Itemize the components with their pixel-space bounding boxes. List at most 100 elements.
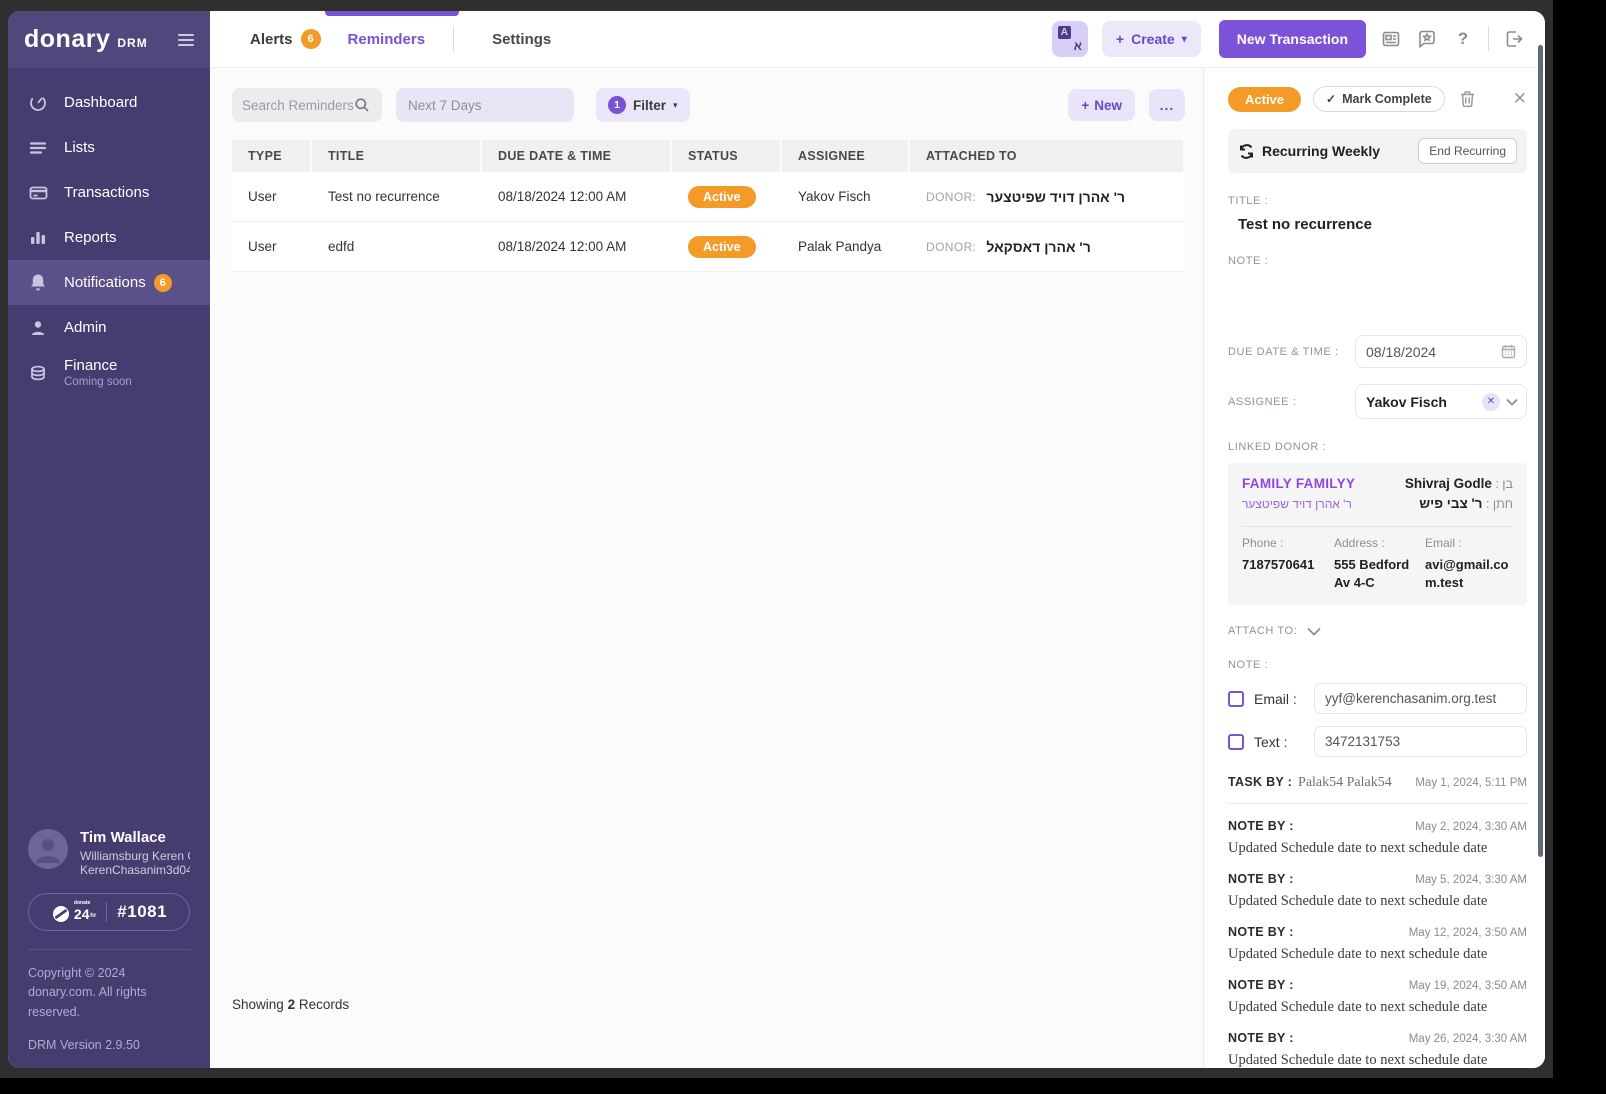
- donor-family-name[interactable]: FAMILY FAMILYY: [1242, 476, 1355, 491]
- column-header-due[interactable]: DUE DATE & TIME: [482, 140, 672, 172]
- drm-logo-suffix: DRM: [117, 36, 147, 50]
- sidebar-item-admin[interactable]: Admin: [8, 305, 210, 350]
- tab-alerts[interactable]: Alerts 6: [250, 29, 321, 49]
- cell-assignee: Yakov Fisch: [782, 179, 910, 214]
- sidebar-item-label: Notifications: [64, 274, 146, 291]
- attached-donor-name: ר' אהרן דאסקאל: [986, 239, 1090, 255]
- column-header-assignee[interactable]: ASSIGNEE: [782, 140, 910, 172]
- account-number-pill[interactable]: donate 24 hr #1081: [28, 893, 190, 931]
- email-input[interactable]: [1314, 683, 1527, 714]
- sidebar-item-label: Admin: [64, 319, 107, 336]
- linked-donor-label: LINKED DONOR :: [1228, 441, 1527, 453]
- mark-complete-button[interactable]: ✓ Mark Complete: [1313, 86, 1445, 112]
- note-history-entry: NOTE BY : May 2, 2024, 3:30 AM Updated S…: [1228, 819, 1527, 857]
- email-label: Email :: [1425, 536, 1513, 550]
- attach-to-label: ATTACH TO:: [1228, 625, 1297, 637]
- tab-bar: Alerts 6 Reminders Settings: [250, 26, 551, 52]
- reminders-list-pane: 1 Filter ▾ + New ... TYPE TITLE DUE DATE…: [210, 68, 1203, 1068]
- delete-icon[interactable]: [1459, 90, 1476, 108]
- note-by-date: May 26, 2024, 3:30 AM: [1409, 1033, 1527, 1045]
- recurring-icon: [1238, 143, 1255, 160]
- filter-button[interactable]: 1 Filter ▾: [596, 88, 690, 122]
- new-reminder-button[interactable]: + New: [1068, 89, 1135, 121]
- assignee-select[interactable]: Yakov Fisch ✕: [1355, 384, 1527, 419]
- sidebar-item-notifications[interactable]: Notifications 6: [8, 260, 210, 305]
- date-range-filter[interactable]: [396, 88, 574, 122]
- note-by-label: NOTE BY :: [1228, 1031, 1294, 1045]
- attached-donor-name: ר' אהרן דויד שפיטצער: [986, 189, 1125, 205]
- version-text: DRM Version 2.9.50: [28, 1038, 190, 1052]
- note-field-label: NOTE :: [1228, 255, 1527, 267]
- cell-status: Active: [672, 226, 782, 268]
- text-checkbox[interactable]: [1228, 734, 1244, 750]
- lists-icon: [28, 138, 48, 158]
- donate24-logo: donate 24 hr: [51, 900, 96, 924]
- address-value: 555 Bedford Av 4-C: [1334, 556, 1413, 591]
- recurring-bar: Recurring Weekly End Recurring: [1228, 129, 1527, 173]
- chevron-down-icon: ▾: [1182, 34, 1187, 45]
- note-history-entry: NOTE BY : May 5, 2024, 3:30 AM Updated S…: [1228, 872, 1527, 910]
- desktop-background: donary DRM Dashboard Lists Tra: [0, 0, 1553, 1078]
- note-by-date: May 19, 2024, 3:50 AM: [1409, 980, 1527, 992]
- calendar-icon[interactable]: [1501, 344, 1516, 359]
- email-value: avi@gmail.com.test: [1425, 556, 1513, 591]
- tab-alerts-label: Alerts: [250, 31, 293, 48]
- chevron-down-icon[interactable]: [1307, 627, 1321, 636]
- main-area: Alerts 6 Reminders Settings Aא + Create …: [210, 11, 1545, 1068]
- logout-icon[interactable]: [1503, 28, 1525, 50]
- remove-assignee-icon[interactable]: ✕: [1482, 393, 1500, 411]
- donor-relation-son: בן : Shivraj Godle: [1405, 476, 1513, 491]
- feedback-icon[interactable]: [1416, 28, 1438, 50]
- due-date-field[interactable]: [1355, 335, 1527, 368]
- phone-input[interactable]: [1314, 726, 1527, 757]
- attach-to-row[interactable]: ATTACH TO:: [1228, 625, 1527, 637]
- table-row[interactable]: User Test no recurrence 08/18/2024 12:00…: [232, 172, 1185, 222]
- search-box[interactable]: [232, 88, 382, 122]
- close-icon[interactable]: ✕: [1513, 89, 1527, 109]
- tab-settings[interactable]: Settings: [492, 31, 551, 48]
- sidebar-item-transactions[interactable]: Transactions: [8, 170, 210, 215]
- column-header-attached[interactable]: ATTACHED TO: [910, 140, 1185, 172]
- cell-status: Active: [672, 176, 782, 218]
- avatar: [28, 829, 68, 869]
- reports-icon: [28, 228, 48, 248]
- language-toggle-icon[interactable]: Aא: [1052, 21, 1088, 57]
- column-header-title[interactable]: TITLE: [312, 140, 482, 172]
- note-empty-area[interactable]: [1228, 267, 1527, 319]
- table-row[interactable]: User edfd 08/18/2024 12:00 AM Active Pal…: [232, 222, 1185, 272]
- tab-reminders[interactable]: Reminders: [348, 31, 426, 48]
- donary-logo[interactable]: donary: [24, 25, 110, 54]
- email-checkbox[interactable]: [1228, 691, 1244, 707]
- end-recurring-button[interactable]: End Recurring: [1418, 138, 1517, 164]
- sidebar-item-dashboard[interactable]: Dashboard: [8, 80, 210, 125]
- sidebar-item-lists[interactable]: Lists: [8, 125, 210, 170]
- note-by-text: Updated Schedule date to next schedule d…: [1228, 1052, 1527, 1068]
- help-icon[interactable]: ?: [1452, 28, 1474, 50]
- cell-assignee: Palak Pandya: [782, 229, 910, 264]
- text-notify-row: Text :: [1228, 726, 1527, 757]
- active-tab-indicator: [325, 11, 459, 16]
- sidebar-item-reports[interactable]: Reports: [8, 215, 210, 260]
- scrollbar[interactable]: [1538, 45, 1543, 857]
- column-header-type[interactable]: TYPE: [232, 140, 312, 172]
- reminders-table: TYPE TITLE DUE DATE & TIME STATUS ASSIGN…: [232, 140, 1185, 272]
- donor-hebrew-name[interactable]: ר' אהרן דויד שפיטצער: [1242, 497, 1355, 511]
- user-card[interactable]: Tim Wallace Williamsburg Keren Chasanim …: [28, 829, 190, 877]
- due-date-input[interactable]: [1366, 344, 1501, 360]
- create-button[interactable]: + Create ▾: [1102, 21, 1201, 57]
- more-options-button[interactable]: ...: [1149, 89, 1185, 121]
- sidebar-item-finance[interactable]: Finance Coming soon: [8, 350, 210, 395]
- news-icon[interactable]: [1380, 28, 1402, 50]
- task-by-name: Palak54 Palak54: [1298, 775, 1392, 791]
- linked-donor-card[interactable]: FAMILY FAMILYY ר' אהרן דויד שפיטצער בן :…: [1228, 463, 1527, 605]
- column-header-status[interactable]: STATUS: [672, 140, 782, 172]
- sidebar-bottom: Tim Wallace Williamsburg Keren Chasanim …: [8, 829, 210, 1068]
- date-range-input[interactable]: [408, 98, 562, 113]
- list-toolbar: 1 Filter ▾ + New ...: [232, 88, 1185, 122]
- task-by-row: TASK BY : Palak54 Palak54 May 1, 2024, 5…: [1228, 775, 1527, 804]
- menu-toggle-icon[interactable]: [178, 34, 194, 46]
- task-by-date: May 1, 2024, 5:11 PM: [1415, 777, 1527, 789]
- copyright-text: Copyright © 2024 donary.com. All rights …: [28, 964, 190, 1022]
- search-input[interactable]: [242, 98, 354, 113]
- new-transaction-button[interactable]: New Transaction: [1219, 20, 1366, 58]
